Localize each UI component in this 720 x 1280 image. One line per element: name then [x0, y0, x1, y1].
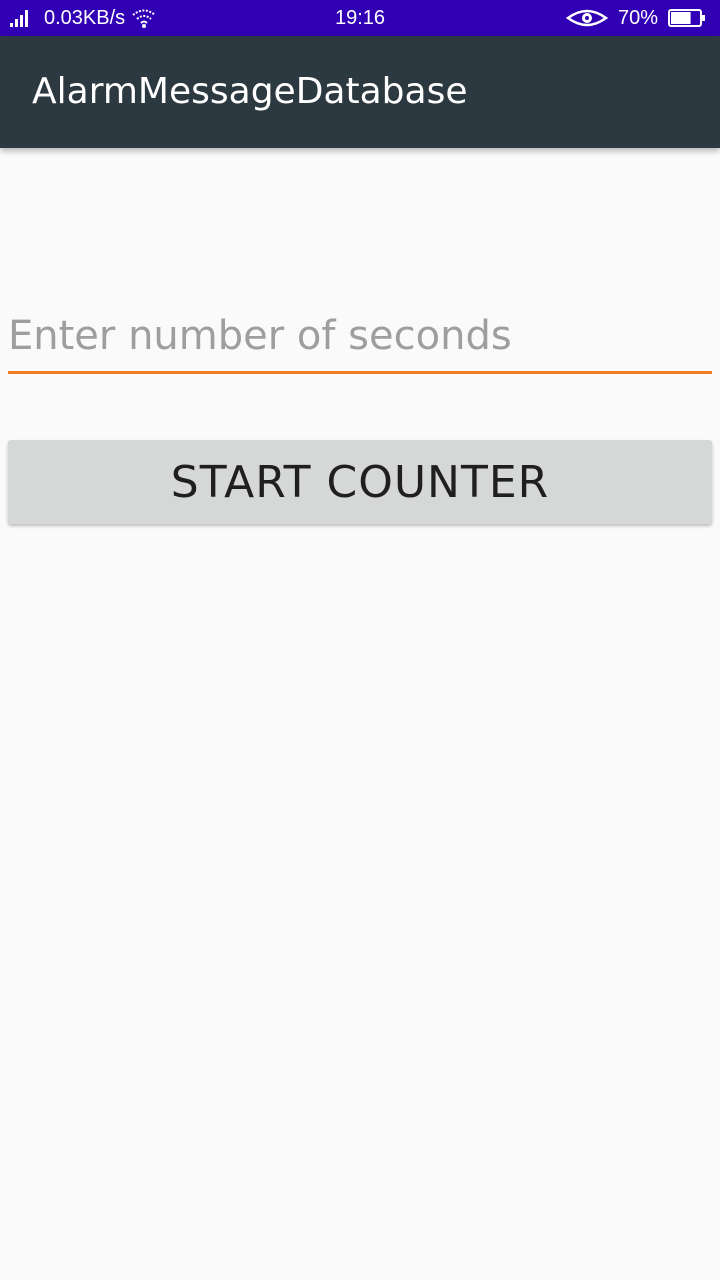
battery-icon	[668, 9, 706, 27]
input-underline	[8, 371, 712, 374]
app-bar: AlarmMessageDatabase	[0, 36, 720, 148]
start-counter-button[interactable]: START COUNTER	[8, 440, 712, 524]
status-right-group: 70%	[565, 0, 706, 36]
eye-icon	[565, 8, 608, 28]
seconds-field	[8, 300, 712, 375]
seconds-input[interactable]	[8, 300, 712, 372]
app-title: AlarmMessageDatabase	[32, 71, 468, 112]
battery-percent: 70%	[617, 6, 658, 29]
status-bar: 0.03KB/s 19:16 70%	[0, 0, 720, 36]
